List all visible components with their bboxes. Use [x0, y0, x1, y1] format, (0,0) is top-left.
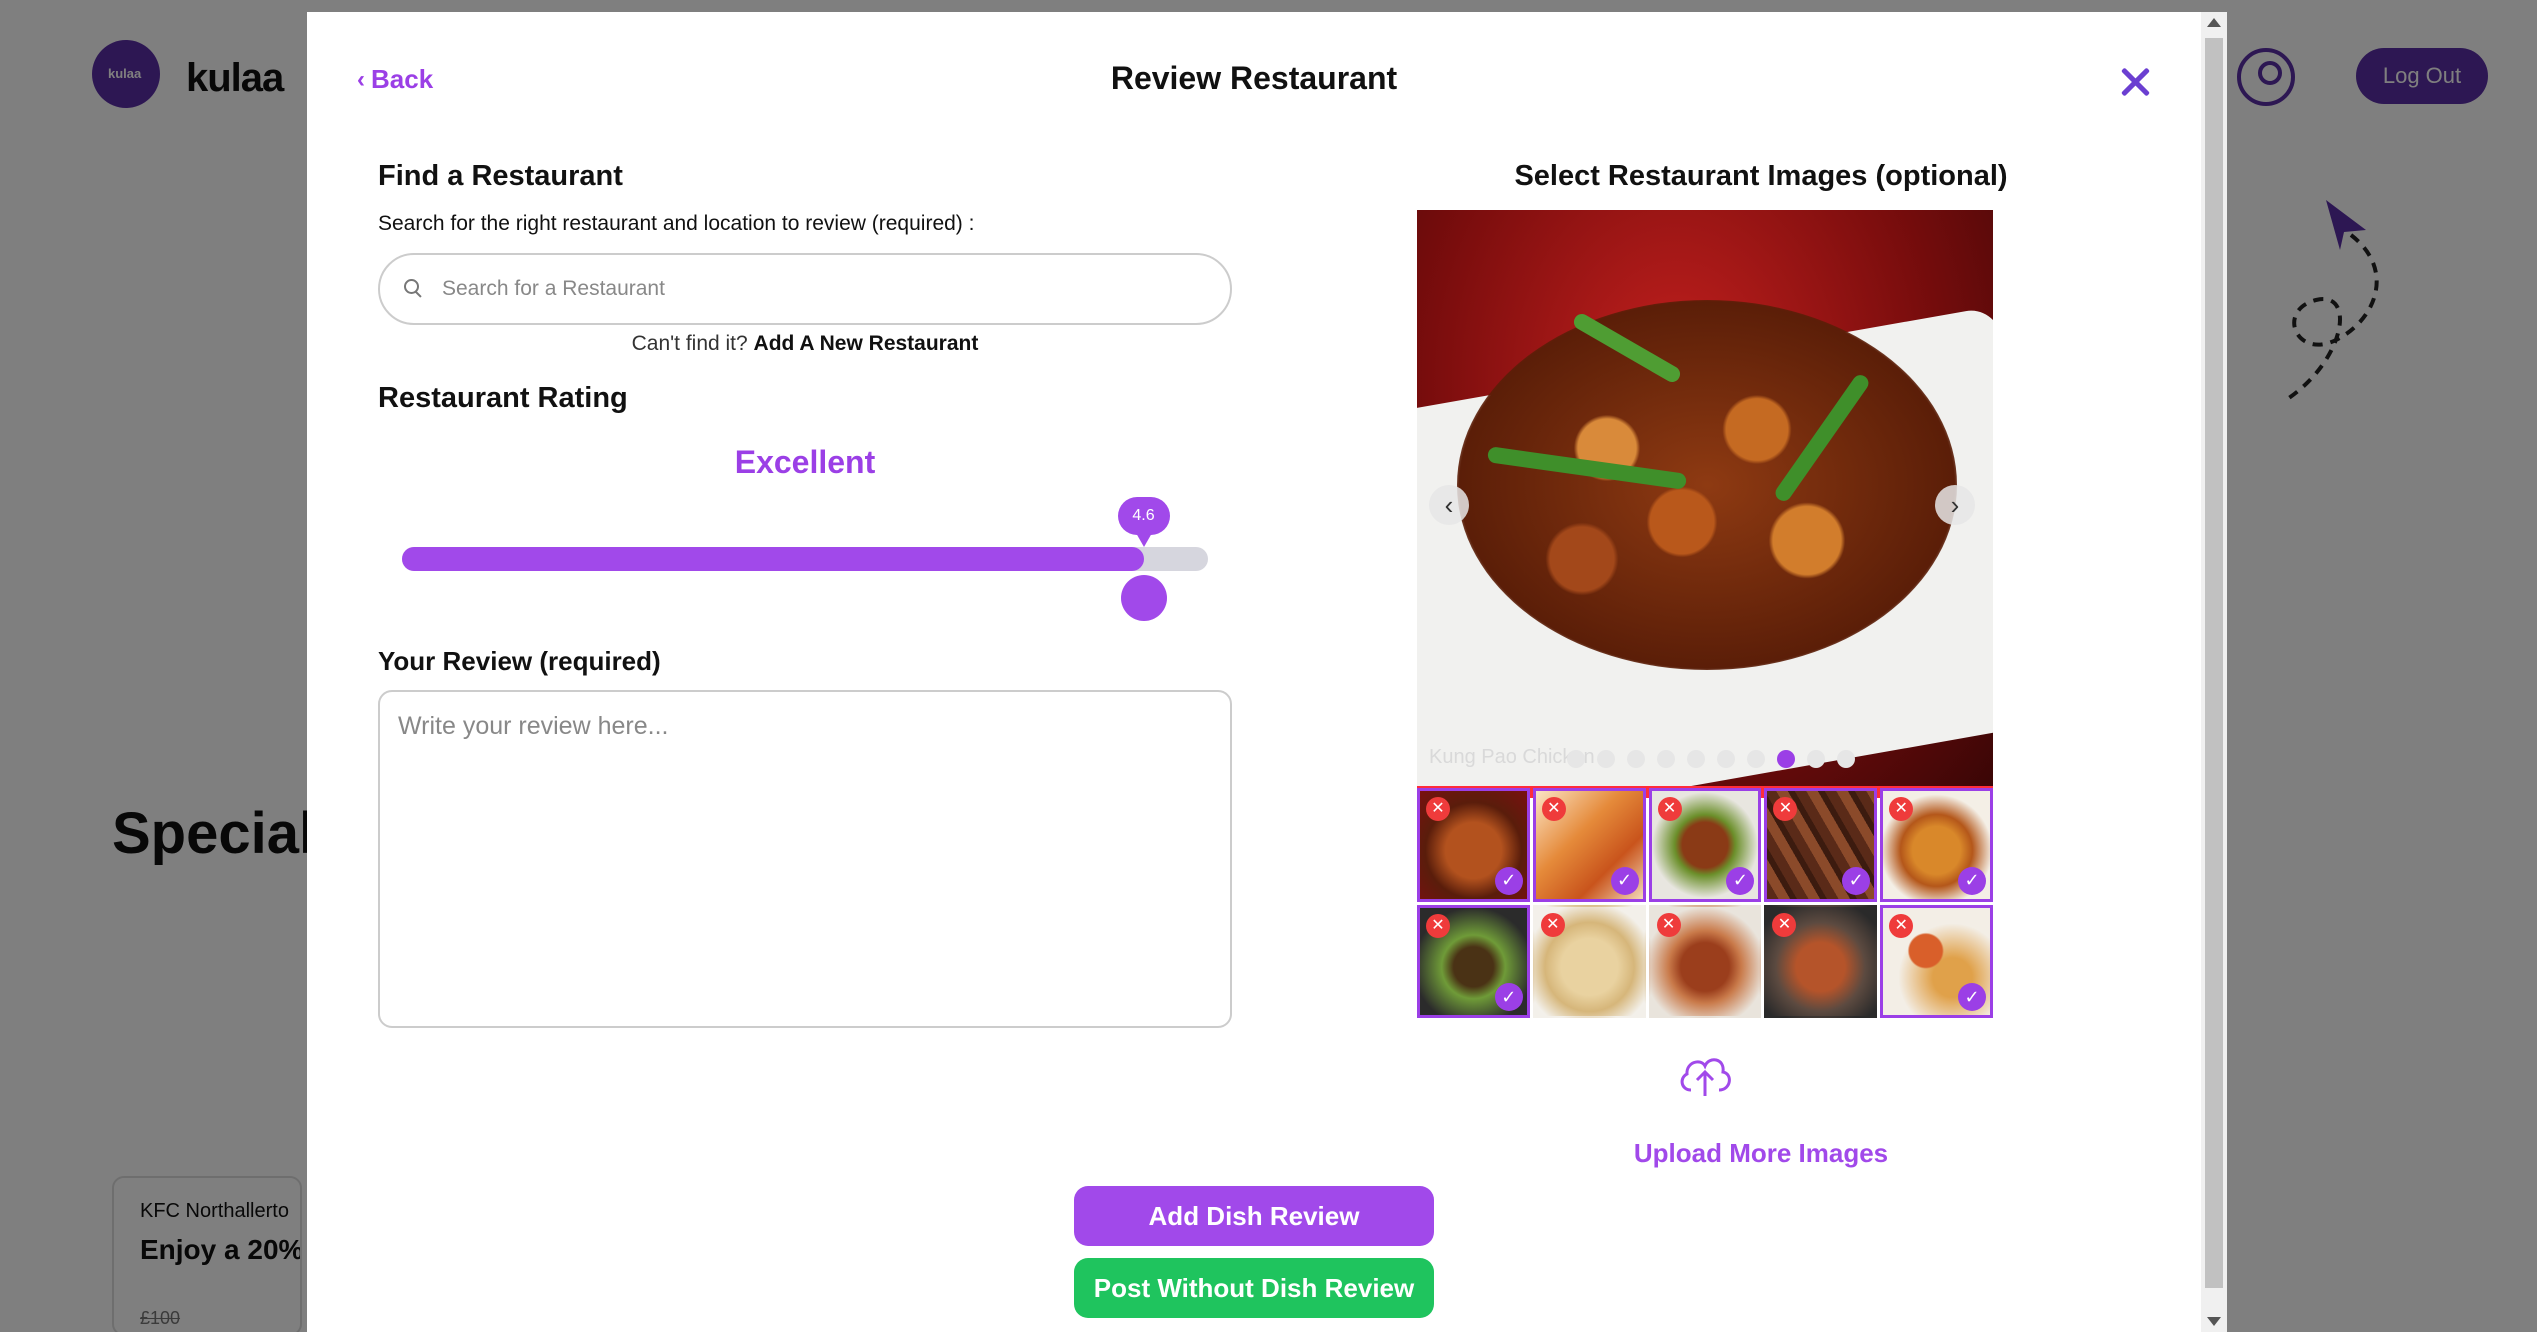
- rating-heading: Restaurant Rating: [378, 382, 628, 414]
- remove-image-icon[interactable]: ✕: [1656, 912, 1681, 937]
- image-thumbnail[interactable]: ✕ ✓: [1880, 788, 1993, 902]
- restaurant-search-input[interactable]: [442, 277, 1142, 301]
- food-shape: [1457, 300, 1957, 670]
- carousel-dot[interactable]: [1687, 750, 1705, 768]
- selected-check-icon: ✓: [1726, 866, 1755, 895]
- close-icon[interactable]: [2115, 62, 2155, 102]
- slider-value-bubble: 4.6: [1117, 497, 1170, 547]
- image-thumbnail[interactable]: ✕ ✓: [1417, 788, 1530, 902]
- rating-word: Excellent: [734, 444, 876, 480]
- find-restaurant-heading: Find a Restaurant: [378, 160, 623, 192]
- remove-image-icon[interactable]: ✕: [1889, 913, 1914, 938]
- scroll-up-icon[interactable]: [2207, 18, 2221, 27]
- upload-more-images-link[interactable]: Upload More Images: [1381, 1138, 2141, 1169]
- remove-image-icon[interactable]: ✕: [1772, 912, 1797, 937]
- image-thumbnail[interactable]: ✕ ✓: [1648, 788, 1762, 902]
- selected-check-icon: ✓: [1494, 983, 1523, 1011]
- carousel-dot[interactable]: [1747, 750, 1765, 768]
- image-thumbnail[interactable]: ✕ ✓: [1880, 904, 1993, 1018]
- carousel-dot[interactable]: [1807, 750, 1825, 768]
- image-thumbnail[interactable]: ✕: [1764, 904, 1878, 1018]
- remove-image-icon[interactable]: ✕: [1773, 797, 1798, 821]
- add-new-restaurant-link[interactable]: Add A New Restaurant: [754, 332, 979, 355]
- modal-scrollbar[interactable]: [2201, 12, 2227, 1332]
- restaurant-search-field[interactable]: [378, 253, 1232, 325]
- scrollbar-thumb[interactable]: [2205, 38, 2223, 1288]
- search-icon: [404, 279, 424, 299]
- images-heading: Select Restaurant Images (optional): [1514, 160, 2008, 192]
- image-carousel[interactable]: Kung Pao Chicken ‹ ›: [1417, 210, 1993, 798]
- find-restaurant-subheading: Search for the right restaurant and loca…: [378, 212, 975, 235]
- carousel-dot[interactable]: [1717, 750, 1735, 768]
- remove-image-icon[interactable]: ✕: [1426, 797, 1450, 821]
- carousel-image: [1417, 210, 1993, 798]
- modal-title: Review Restaurant: [1110, 60, 1398, 96]
- remove-image-icon[interactable]: ✕: [1889, 797, 1914, 821]
- selected-check-icon: ✓: [1958, 983, 1986, 1011]
- selected-check-icon: ✓: [1610, 866, 1639, 895]
- carousel-dots: [1567, 750, 1855, 768]
- chevron-left-icon[interactable]: ‹: [1429, 485, 1469, 525]
- slider-fill: [402, 547, 1144, 571]
- scroll-down-icon[interactable]: [2207, 1317, 2221, 1326]
- image-thumbnail[interactable]: ✕ ✓: [1764, 788, 1878, 902]
- image-thumbnail[interactable]: ✕: [1648, 904, 1762, 1018]
- remove-image-icon[interactable]: ✕: [1541, 797, 1566, 821]
- selected-check-icon: ✓: [1842, 866, 1871, 895]
- carousel-dot[interactable]: [1657, 750, 1675, 768]
- thumbnail-grid: ✕ ✓ ✕ ✓ ✕ ✓ ✕ ✓ ✕ ✓ ✕ ✓ ✕ ✕ ✕ ✕ ✓: [1417, 788, 1993, 1018]
- carousel-dot[interactable]: [1777, 750, 1795, 768]
- review-textarea[interactable]: [378, 690, 1232, 1028]
- slider-handle[interactable]: [1120, 575, 1167, 621]
- review-restaurant-modal: ‹ Back Review Restaurant Find a Restaura…: [307, 12, 2227, 1332]
- remove-image-icon[interactable]: ✕: [1540, 912, 1565, 937]
- add-dish-review-button[interactable]: Add Dish Review: [1074, 1186, 1434, 1246]
- remove-image-icon[interactable]: ✕: [1657, 797, 1682, 821]
- carousel-dot[interactable]: [1567, 750, 1585, 768]
- remove-image-icon[interactable]: ✕: [1426, 913, 1450, 938]
- selected-check-icon: ✓: [1958, 866, 1986, 895]
- chevron-right-icon[interactable]: ›: [1935, 485, 1975, 525]
- selected-check-icon: ✓: [1494, 866, 1523, 895]
- rating-slider[interactable]: 4.6: [402, 497, 1208, 621]
- cant-find-row: Can't find it? Add A New Restaurant: [378, 332, 1232, 356]
- carousel-dot[interactable]: [1627, 750, 1645, 768]
- cloud-upload-icon[interactable]: [1677, 1050, 1733, 1100]
- carousel-dot[interactable]: [1597, 750, 1615, 768]
- image-thumbnail[interactable]: ✕ ✓: [1532, 788, 1646, 902]
- image-thumbnail[interactable]: ✕ ✓: [1417, 904, 1530, 1018]
- post-without-dish-review-button[interactable]: Post Without Dish Review: [1074, 1258, 1434, 1318]
- carousel-dot[interactable]: [1837, 750, 1855, 768]
- review-heading: Your Review (required): [378, 646, 661, 676]
- cant-find-text: Can't find it?: [631, 332, 748, 355]
- image-thumbnail[interactable]: ✕: [1532, 904, 1646, 1018]
